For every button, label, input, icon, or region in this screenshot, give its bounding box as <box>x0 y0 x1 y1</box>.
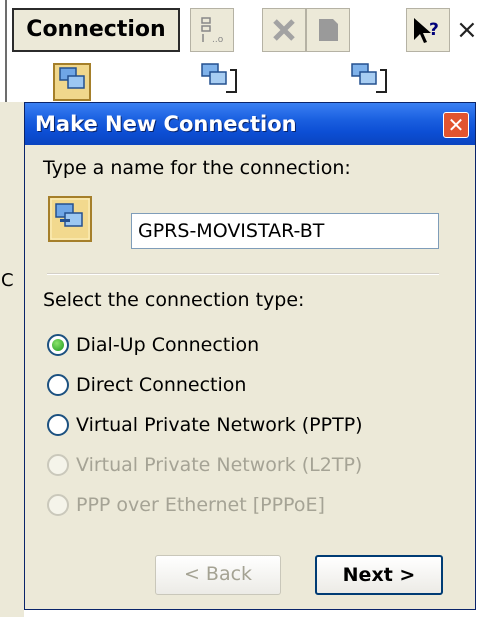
radio-button[interactable] <box>47 334 69 356</box>
separator <box>47 273 439 275</box>
close-button[interactable]: ✕ <box>443 112 469 138</box>
background-toolbar: Connection ..o ? × <box>0 0 483 62</box>
svg-text:?: ? <box>429 20 439 40</box>
network-connection-icon[interactable] <box>196 62 242 100</box>
radio-button <box>47 454 69 476</box>
type-prompt: Select the connection type: <box>43 289 305 311</box>
make-new-connection-dialog: Make New Connection ✕ Type a name for th… <box>24 102 476 610</box>
name-prompt: Type a name for the connection: <box>43 157 351 179</box>
dialog-title: Make New Connection <box>35 112 297 136</box>
connection-name-input[interactable] <box>131 213 439 249</box>
option-direct[interactable]: Direct Connection <box>47 369 246 401</box>
option-vpn-pptp[interactable]: Virtual Private Network (PPTP) <box>47 409 363 441</box>
option-pppoe: PPP over Ethernet [PPPoE] <box>47 489 325 521</box>
back-button: < Back <box>155 555 281 595</box>
next-button[interactable]: Next > <box>315 555 443 595</box>
option-label: Virtual Private Network (PPTP) <box>76 414 363 436</box>
radio-button[interactable] <box>47 414 69 436</box>
background-connection-icons <box>0 62 483 102</box>
connection-menu[interactable]: Connection <box>12 8 180 52</box>
title-bar[interactable]: Make New Connection ✕ <box>25 103 475 145</box>
help-icon[interactable]: ? <box>406 8 450 52</box>
svg-text:..o: ..o <box>212 35 224 45</box>
option-label: PPP over Ethernet [PPPoE] <box>76 494 325 516</box>
option-label: Direct Connection <box>76 374 247 396</box>
clipped-label: C <box>1 270 14 291</box>
radio-button[interactable] <box>47 374 69 396</box>
radio-button <box>47 494 69 516</box>
option-vpn-l2tp: Virtual Private Network (L2TP) <box>47 449 362 481</box>
properties-icon[interactable]: ..o <box>190 8 234 52</box>
option-label: Dial-Up Connection <box>76 334 260 356</box>
background-close-icon[interactable]: × <box>456 8 480 52</box>
view-icon[interactable] <box>306 8 350 52</box>
connection-icon <box>47 195 95 245</box>
network-connection-icon[interactable] <box>346 62 392 100</box>
option-label: Virtual Private Network (L2TP) <box>76 454 363 476</box>
option-dial-up[interactable]: Dial-Up Connection <box>47 329 259 361</box>
delete-icon[interactable] <box>262 8 306 52</box>
background-pane: C <box>0 102 24 617</box>
make-connection-icon[interactable] <box>50 62 96 101</box>
